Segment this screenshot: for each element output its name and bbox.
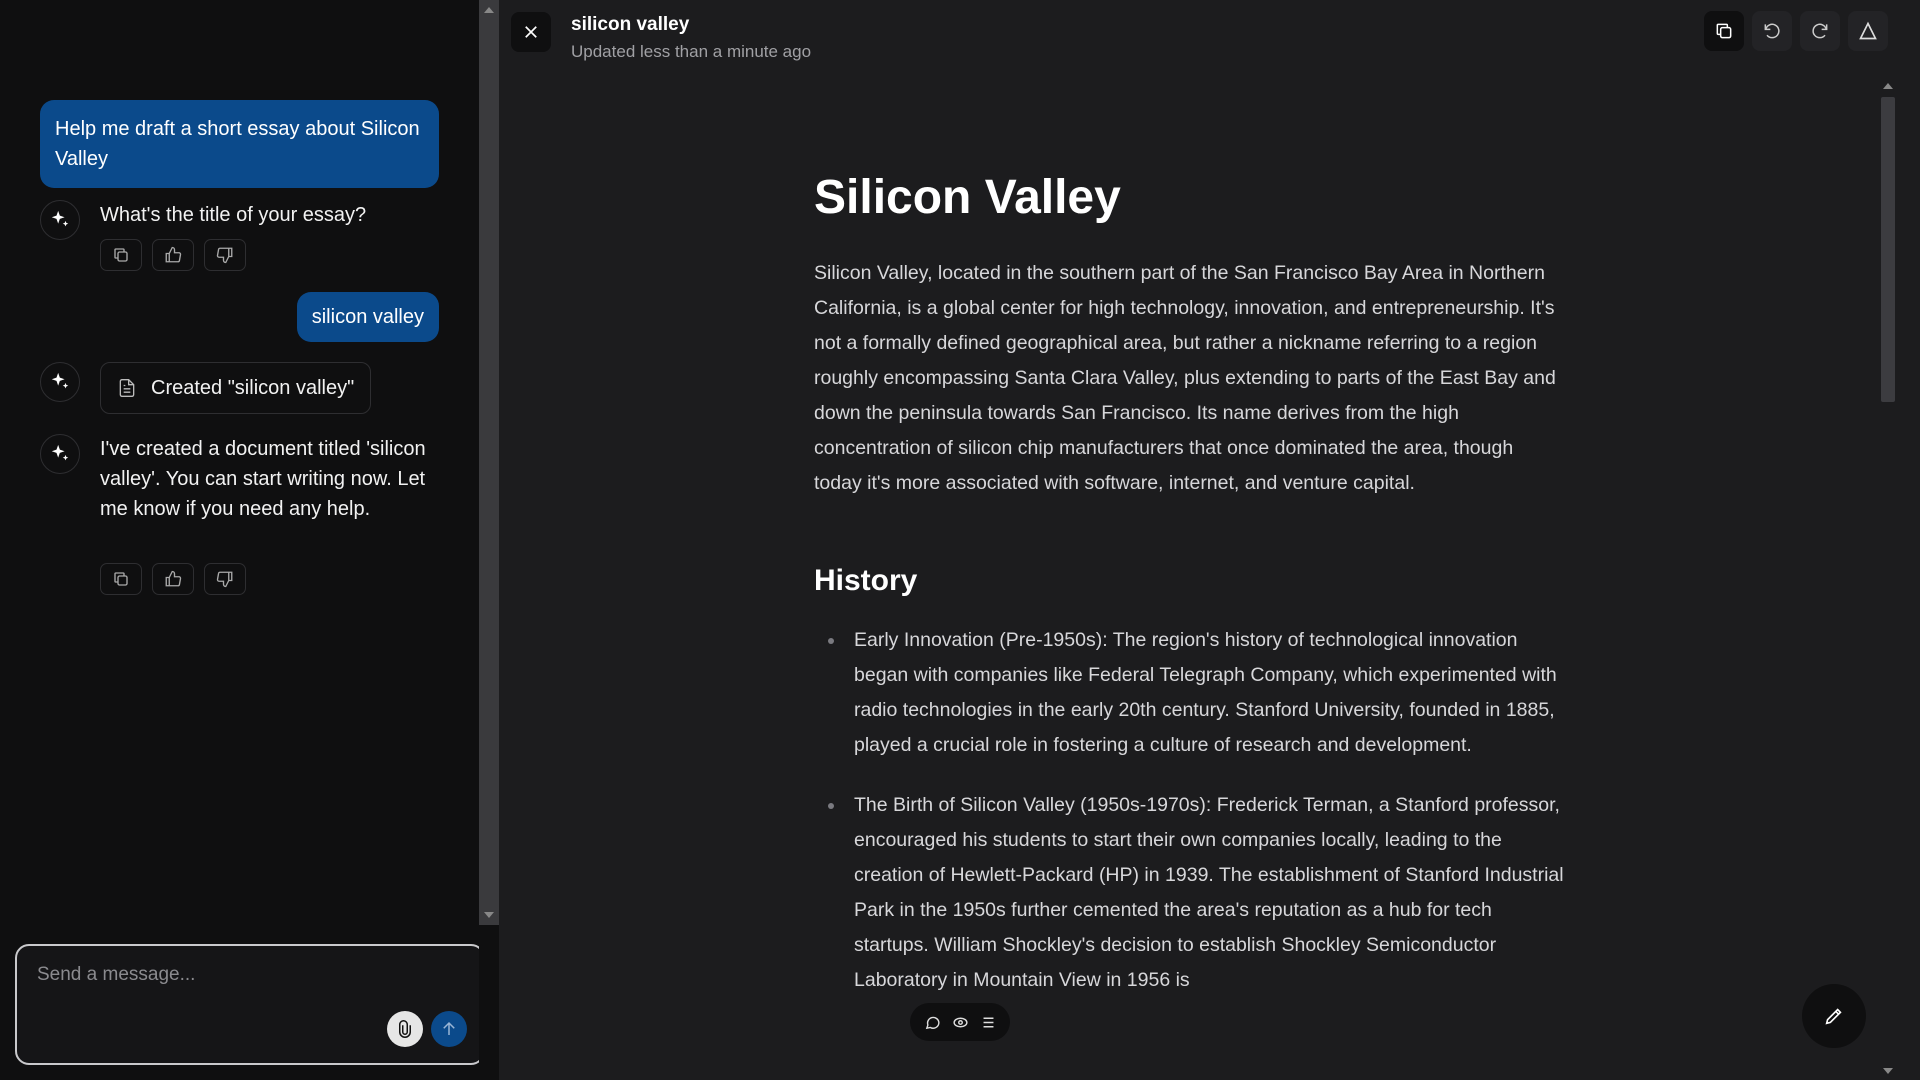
comment-icon[interactable]	[924, 1014, 941, 1031]
attach-button[interactable]	[387, 1011, 423, 1047]
message-actions	[100, 563, 246, 595]
list-icon[interactable]	[980, 1014, 997, 1031]
scroll-down-arrow[interactable]	[484, 912, 494, 918]
list-item: Early Innovation (Pre-1950s): The region…	[814, 623, 1564, 763]
document-updated-status: Updated less than a minute ago	[571, 42, 812, 61]
upvote-button[interactable]	[152, 563, 194, 595]
downvote-button[interactable]	[204, 563, 246, 595]
eye-icon[interactable]	[952, 1014, 969, 1031]
floating-toolbar	[910, 1003, 1010, 1041]
user-message-text: Help me draft a short essay about Silico…	[55, 118, 420, 170]
thumbs-up-icon	[165, 570, 182, 587]
sparkles-icon	[40, 200, 80, 240]
chat-scrollbar[interactable]	[479, 0, 499, 925]
copy-icon	[1716, 23, 1732, 39]
scroll-up-arrow[interactable]	[484, 7, 494, 13]
user-message: silicon valley	[296, 292, 439, 342]
copy-button[interactable]	[100, 239, 142, 271]
arrow-up-icon	[443, 1021, 455, 1035]
close-icon	[525, 26, 537, 38]
file-text-icon	[119, 379, 135, 397]
undo-icon	[1764, 23, 1780, 39]
document-title: silicon valley	[571, 14, 690, 35]
document-heading: Silicon Valley	[814, 171, 1121, 224]
user-message-text: silicon valley	[311, 306, 424, 328]
scrollbar-thumb[interactable]	[1881, 97, 1895, 402]
user-message: Help me draft a short essay about Silico…	[40, 100, 439, 188]
document-scrollbar[interactable]	[1878, 75, 1898, 1080]
message-actions	[100, 239, 246, 271]
downvote-button[interactable]	[204, 239, 246, 271]
edit-button[interactable]	[1802, 984, 1866, 1048]
assistant-message-text: I've created a document titled 'silicon …	[100, 438, 426, 520]
undo-button[interactable]	[1752, 11, 1792, 51]
message-input[interactable]: Send a message...	[37, 964, 195, 986]
copy-icon	[114, 572, 128, 586]
chat-history[interactable]: Help me draft a short essay about Silico…	[0, 0, 479, 925]
thumbs-down-icon	[216, 247, 233, 264]
assistant-message-text: What's the title of your essay?	[100, 204, 367, 226]
document-header: silicon valley Updated less than a minut…	[499, 0, 1920, 75]
redo-button[interactable]	[1800, 11, 1840, 51]
document-toolbar	[1704, 11, 1888, 51]
delta-icon	[1859, 21, 1877, 40]
thumbs-down-icon	[216, 571, 233, 588]
sparkles-icon	[40, 434, 80, 474]
sparkles-icon	[40, 362, 80, 402]
document-panel: silicon valley Updated less than a minut…	[499, 0, 1920, 1080]
copy-document-button[interactable]	[1704, 11, 1744, 51]
scroll-up-arrow[interactable]	[1883, 83, 1893, 89]
chat-panel: Help me draft a short essay about Silico…	[0, 0, 485, 1080]
delta-button[interactable]	[1848, 11, 1888, 51]
paperclip-icon	[399, 1020, 411, 1038]
section-heading: History	[814, 564, 918, 597]
close-button[interactable]	[511, 12, 551, 52]
chat-gutter	[479, 925, 499, 1080]
copy-icon	[114, 248, 128, 262]
send-button[interactable]	[431, 1011, 467, 1047]
redo-icon	[1812, 23, 1828, 39]
copy-button[interactable]	[100, 563, 142, 595]
upvote-button[interactable]	[152, 239, 194, 271]
scroll-down-arrow[interactable]	[1883, 1068, 1893, 1074]
document-body[interactable]: Silicon Valley Silicon Valley, located i…	[814, 168, 1564, 1023]
pen-icon	[1825, 1008, 1842, 1025]
document-created-chip[interactable]: Created "silicon valley"	[100, 362, 372, 414]
message-composer[interactable]: Send a message...	[15, 944, 485, 1065]
history-list: Early Innovation (Pre-1950s): The region…	[814, 623, 1564, 998]
list-item: The Birth of Silicon Valley (1950s-1970s…	[814, 788, 1564, 998]
thumbs-up-icon	[165, 246, 182, 263]
intro-paragraph: Silicon Valley, located in the southern …	[814, 262, 1556, 494]
document-chip-label: Created "silicon valley"	[151, 376, 355, 399]
